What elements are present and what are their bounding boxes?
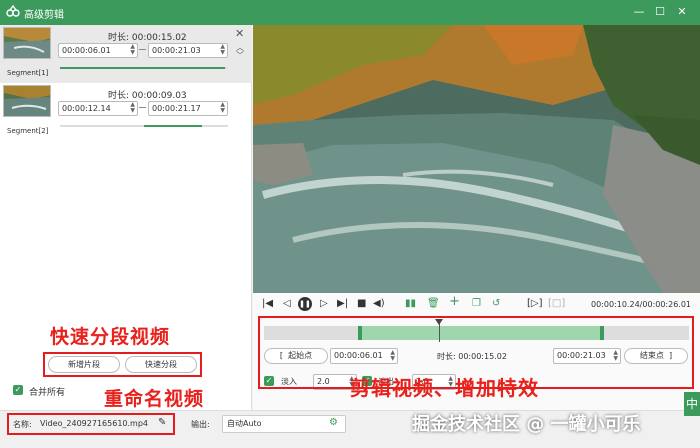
segment-progress-bar — [60, 67, 228, 69]
skip-to-start-icon[interactable]: |◀ — [262, 298, 273, 310]
range-separator — [139, 49, 146, 50]
add-icon[interactable]: + — [449, 295, 460, 308]
output-field[interactable]: 自动Auto — [222, 415, 346, 433]
video-preview[interactable] — [253, 25, 700, 293]
watermark: 掘金技术社区 @ 一罐小可乐 — [412, 414, 641, 435]
crop-icon[interactable]: [□] — [548, 298, 565, 310]
quick-segment-button[interactable]: 快速分段 — [125, 356, 197, 373]
copy-icon[interactable]: ❐ — [472, 298, 481, 310]
spinner-icon[interactable]: ▲ ▼ — [130, 44, 135, 56]
close-window-icon[interactable]: ✕ — [675, 5, 689, 19]
range-separator — [139, 107, 146, 108]
video-frame — [253, 25, 700, 293]
step-forward-icon[interactable]: ▷ — [320, 298, 328, 310]
split-icon[interactable]: ▮▮ — [405, 298, 416, 310]
segment-duration: 时长: 00:00:09.03 — [108, 91, 187, 101]
skip-to-end-icon[interactable]: ▶| — [337, 298, 348, 310]
annotation-quick-segment: 快速分段视频 — [50, 326, 171, 348]
segment-thumbnail — [3, 85, 51, 117]
merge-all-label: 合并所有 — [29, 388, 66, 398]
pause-icon[interactable]: ❚❚ — [298, 297, 312, 311]
step-back-icon[interactable]: ◁ — [283, 298, 291, 310]
output-label: 输出: — [191, 420, 210, 429]
gear-icon[interactable]: ⚙ — [329, 417, 338, 428]
segment-progress-bar — [60, 125, 228, 127]
spinner-icon[interactable]: ▲ ▼ — [130, 102, 135, 114]
spinner-icon[interactable]: ▲ ▼ — [220, 44, 225, 56]
merge-all-checkbox[interactable]: ✓ — [13, 385, 23, 395]
minimize-icon[interactable]: — — [632, 5, 646, 19]
annotation-rename: 重命名视频 — [104, 388, 205, 410]
chevron-down-icon[interactable]: ﹀ — [236, 50, 244, 61]
segment-start-field[interactable]: 00:00:06.01 ▲ ▼ — [58, 43, 138, 58]
segment-duration: 时长: 00:00:15.02 — [108, 33, 187, 43]
segment-end-field[interactable]: 00:00:21.03 ▲ ▼ — [148, 43, 228, 58]
stop-icon[interactable]: ■ — [357, 298, 366, 310]
window-title: 高级剪辑 — [24, 10, 64, 21]
edit-name-icon[interactable]: ✎ — [158, 417, 166, 428]
segment-label: Segment[2] — [7, 127, 49, 135]
maximize-icon[interactable]: ☐ — [653, 5, 667, 19]
delete-icon[interactable]: 🗑 — [427, 298, 440, 310]
segment-label: Segment[1] — [7, 69, 49, 77]
add-segment-button[interactable]: 新增片段 — [48, 356, 120, 373]
frame-icon[interactable]: [▷] — [527, 298, 543, 310]
close-icon[interactable]: ✕ — [235, 27, 244, 40]
time-display: 00:00:10.24/00:00:26.01 — [591, 300, 691, 309]
title-bar: 高级剪辑 — ☐ ✕ — [0, 0, 700, 25]
undo-icon[interactable]: ↺ — [492, 298, 500, 310]
segment-end-field[interactable]: 00:00:21.17 ▲ ▼ — [148, 101, 228, 116]
segment-item[interactable]: Segment[1] 时长: 00:00:15.02 00:00:06.01 ▲ ▼… — [0, 25, 252, 83]
app-logo-icon — [6, 5, 20, 17]
side-tab[interactable]: 中 — [684, 392, 700, 416]
segment-start-field[interactable]: 00:00:12.14 ▲ ▼ — [58, 101, 138, 116]
segment-item[interactable]: Segment[2] 时长: 00:00:09.03 00:00:12.14 ▲ ▼… — [0, 83, 252, 141]
name-field[interactable]: Video_240927165610.mp4 — [40, 419, 148, 428]
volume-icon[interactable]: ◀) — [373, 298, 385, 310]
name-label: 名称: — [13, 420, 32, 429]
annotation-edit-video: 剪辑视频、增加特效 — [350, 376, 539, 400]
segment-thumbnail — [3, 27, 51, 59]
spinner-icon[interactable]: ▲ ▼ — [220, 102, 225, 114]
